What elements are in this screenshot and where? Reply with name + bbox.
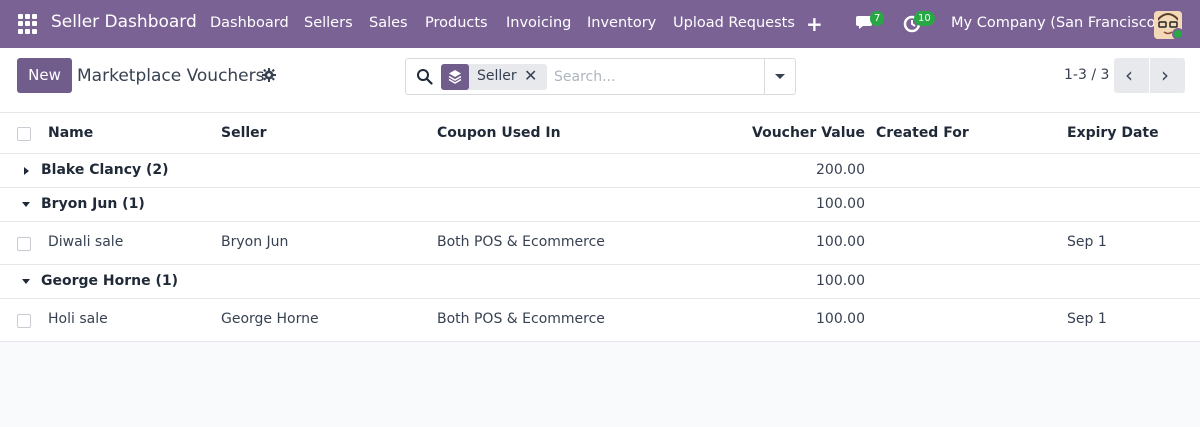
app-brand[interactable]: Seller Dashboard	[51, 12, 197, 32]
cell-seller: Bryon Jun	[221, 234, 289, 250]
gear-icon[interactable]	[262, 68, 276, 82]
caret-down-icon	[22, 279, 30, 284]
search-bar: Seller ✕	[405, 58, 796, 95]
menu-item-products[interactable]: Products	[425, 15, 488, 31]
column-header-seller[interactable]: Seller	[221, 125, 267, 141]
page-title: Marketplace Vouchers	[77, 66, 265, 86]
column-header-coupon[interactable]: Coupon Used In	[437, 125, 561, 141]
pager-next-button[interactable]: ›	[1150, 58, 1185, 93]
table-row[interactable]: Holi sale George Horne Both POS & Ecomme…	[0, 299, 1200, 342]
cell-expiry-date: Sep 1	[1067, 311, 1107, 327]
menu-item-dashboard[interactable]: Dashboard	[210, 15, 289, 31]
cell-name: Diwali sale	[48, 234, 124, 250]
cell-coupon: Both POS & Ecommerce	[437, 311, 605, 327]
top-navbar: Seller Dashboard Dashboard Sellers Sales…	[0, 0, 1200, 48]
column-header-name[interactable]: Name	[48, 125, 93, 141]
cell-coupon: Both POS & Ecommerce	[437, 234, 605, 250]
company-switcher[interactable]: My Company (San Francisco)	[951, 15, 1161, 31]
caret-down-icon	[775, 74, 785, 79]
facet-label: Seller	[477, 68, 517, 84]
group-row[interactable]: George Horne (1) 100.00	[0, 265, 1200, 299]
cell-name: Holi sale	[48, 311, 108, 327]
activities-count-badge: 10	[914, 11, 935, 26]
list-empty-area	[0, 343, 1200, 427]
messages-count-badge: 7	[870, 11, 885, 26]
cell-expiry-date: Sep 1	[1067, 234, 1107, 250]
group-total: 100.00	[816, 196, 865, 212]
caret-right-icon	[24, 167, 29, 175]
row-checkbox[interactable]	[17, 237, 31, 251]
chevron-right-icon: ›	[1161, 63, 1169, 87]
group-label: Bryon Jun (1)	[41, 196, 145, 212]
seller-groupby-facet[interactable]: Seller ✕	[441, 64, 547, 90]
group-label: Blake Clancy (2)	[41, 162, 169, 178]
pager-previous-button[interactable]: ‹	[1114, 58, 1149, 93]
menu-item-sellers[interactable]: Sellers	[304, 15, 353, 31]
new-button[interactable]: New	[17, 58, 72, 93]
menu-item-inventory[interactable]: Inventory	[587, 15, 656, 31]
row-checkbox[interactable]	[17, 314, 31, 328]
chevron-left-icon: ‹	[1125, 63, 1133, 87]
menu-item-invoicing[interactable]: Invoicing	[506, 15, 571, 31]
plus-icon[interactable]: +	[806, 12, 823, 36]
table-header: Name Seller Coupon Used In Voucher Value…	[0, 112, 1200, 154]
cell-voucher-value: 100.00	[816, 311, 865, 327]
pager-value[interactable]: 1-3 / 3	[1064, 67, 1109, 83]
cell-seller: George Horne	[221, 311, 319, 327]
search-input[interactable]	[554, 65, 754, 89]
close-icon[interactable]: ✕	[524, 66, 537, 85]
group-total: 200.00	[816, 162, 865, 178]
menu-item-sales[interactable]: Sales	[369, 15, 408, 31]
search-options-toggle[interactable]	[764, 59, 795, 94]
control-panel: New Marketplace Vouchers Seller ✕ Search…	[0, 48, 1200, 112]
column-header-created-for[interactable]: Created For	[876, 125, 969, 141]
apps-grid-icon[interactable]	[18, 14, 38, 34]
column-header-expiry-date[interactable]: Expiry Date	[1067, 125, 1159, 141]
caret-down-icon	[22, 202, 30, 207]
menu-item-upload-requests[interactable]: Upload Requests	[673, 15, 795, 31]
layers-icon	[441, 64, 469, 90]
select-all-checkbox[interactable]	[17, 127, 31, 141]
group-row[interactable]: Bryon Jun (1) 100.00	[0, 188, 1200, 222]
table-row[interactable]: Diwali sale Bryon Jun Both POS & Ecommer…	[0, 222, 1200, 265]
cell-voucher-value: 100.00	[816, 234, 865, 250]
group-total: 100.00	[816, 273, 865, 289]
online-status-dot	[1172, 28, 1184, 40]
group-row[interactable]: Blake Clancy (2) 200.00	[0, 154, 1200, 188]
column-header-voucher-value[interactable]: Voucher Value	[740, 125, 865, 141]
search-icon[interactable]	[416, 68, 433, 85]
group-label: George Horne (1)	[41, 273, 179, 289]
